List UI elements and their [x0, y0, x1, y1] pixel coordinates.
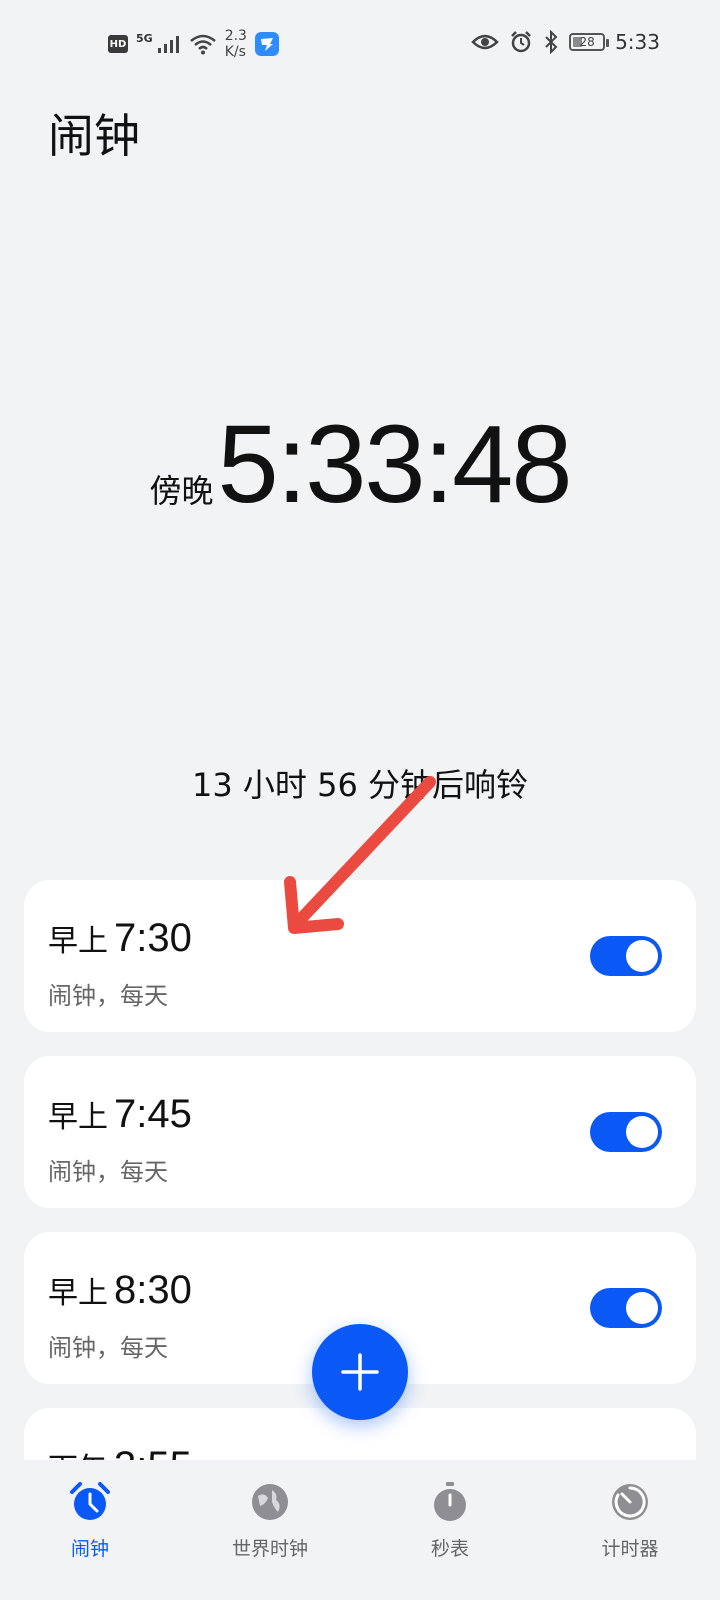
toggle-knob [626, 1116, 658, 1148]
alarm-time-row: 早上 7:45 [48, 1092, 192, 1137]
bottom-nav: 闹钟 世界时钟 秒表 计时器 [0, 1460, 720, 1600]
status-left: HD 5G 2.3 K/s [108, 28, 279, 60]
notification-app-icon [254, 32, 279, 56]
clock-time: 5:33:48 [217, 403, 573, 526]
signal-icon [157, 36, 179, 53]
stopwatch-icon [428, 1480, 472, 1524]
wifi-icon [189, 34, 216, 55]
alarm-subtitle: 闹钟，每天 [48, 1334, 168, 1362]
alarm-time-row: 早上 7:30 [48, 916, 192, 961]
hd-badge: HD [108, 35, 128, 53]
alarm-toggle[interactable] [590, 1112, 662, 1152]
network-speed-value: 2.3 [224, 28, 247, 44]
alarm-toggle[interactable] [590, 1288, 662, 1328]
alarm-subtitle: 闹钟，每天 [48, 1158, 168, 1186]
clock-app: HD 5G 2.3 K/s 28 5:33 闹钟 傍晚 5:33:48 13 小… [0, 0, 720, 1600]
add-alarm-button[interactable] [312, 1324, 408, 1420]
alarm-clock-icon [68, 1480, 112, 1524]
alarm-card[interactable]: 早上 7:45 闹钟，每天 [24, 1056, 696, 1208]
alarm-time: 7:30 [114, 916, 192, 960]
tab-timer-label: 计时器 [601, 1538, 659, 1560]
alarm-list: 早上 7:30 闹钟，每天 早上 7:45 闹钟，每天 早上 8:30 闹钟，每… [24, 880, 696, 1552]
timer-icon [608, 1480, 652, 1524]
plus-icon [341, 1353, 379, 1391]
toggle-knob [626, 940, 658, 972]
tab-world-clock-label: 世界时钟 [231, 1538, 308, 1560]
bluetooth-icon [545, 30, 558, 54]
page-title: 闹钟 [48, 109, 140, 163]
tab-alarm-label: 闹钟 [70, 1538, 109, 1560]
eye-icon [471, 34, 499, 50]
tab-stopwatch-label: 秒表 [430, 1538, 469, 1560]
globe-icon [248, 1480, 292, 1524]
tab-timer[interactable]: 计时器 [540, 1460, 720, 1600]
tab-world-clock[interactable]: 世界时钟 [180, 1460, 360, 1600]
clock-period: 傍晚 [149, 472, 214, 510]
alarm-period: 早上 [48, 924, 108, 959]
alarm-time: 8:30 [114, 1268, 192, 1312]
network-speed-unit: K/s [224, 44, 246, 60]
alarm-subtitle: 闹钟，每天 [48, 982, 168, 1010]
alarm-status-icon [511, 31, 531, 53]
alarm-toggle[interactable] [590, 936, 662, 976]
toggle-knob [626, 1292, 658, 1324]
current-time-display: 傍晚 5:33:48 [0, 410, 720, 520]
status-time: 5:33 [615, 30, 660, 54]
network-type: 5G [136, 31, 153, 45]
tab-alarm[interactable]: 闹钟 [0, 1460, 180, 1600]
alarm-time-row: 早上 8:30 [48, 1268, 192, 1313]
network-speed: 2.3 K/s [225, 28, 247, 60]
alarm-time: 7:45 [114, 1092, 192, 1136]
status-bar: HD 5G 2.3 K/s 28 5:33 [0, 0, 720, 90]
tab-stopwatch[interactable]: 秒表 [360, 1460, 540, 1600]
alarm-period: 早上 [48, 1276, 108, 1311]
alarm-period: 早上 [48, 1100, 108, 1135]
battery-level: 28 [579, 35, 595, 49]
annotation-arrow-icon [284, 776, 436, 934]
status-right: 28 5:33 [471, 30, 660, 54]
battery-indicator: 28 [569, 33, 610, 51]
